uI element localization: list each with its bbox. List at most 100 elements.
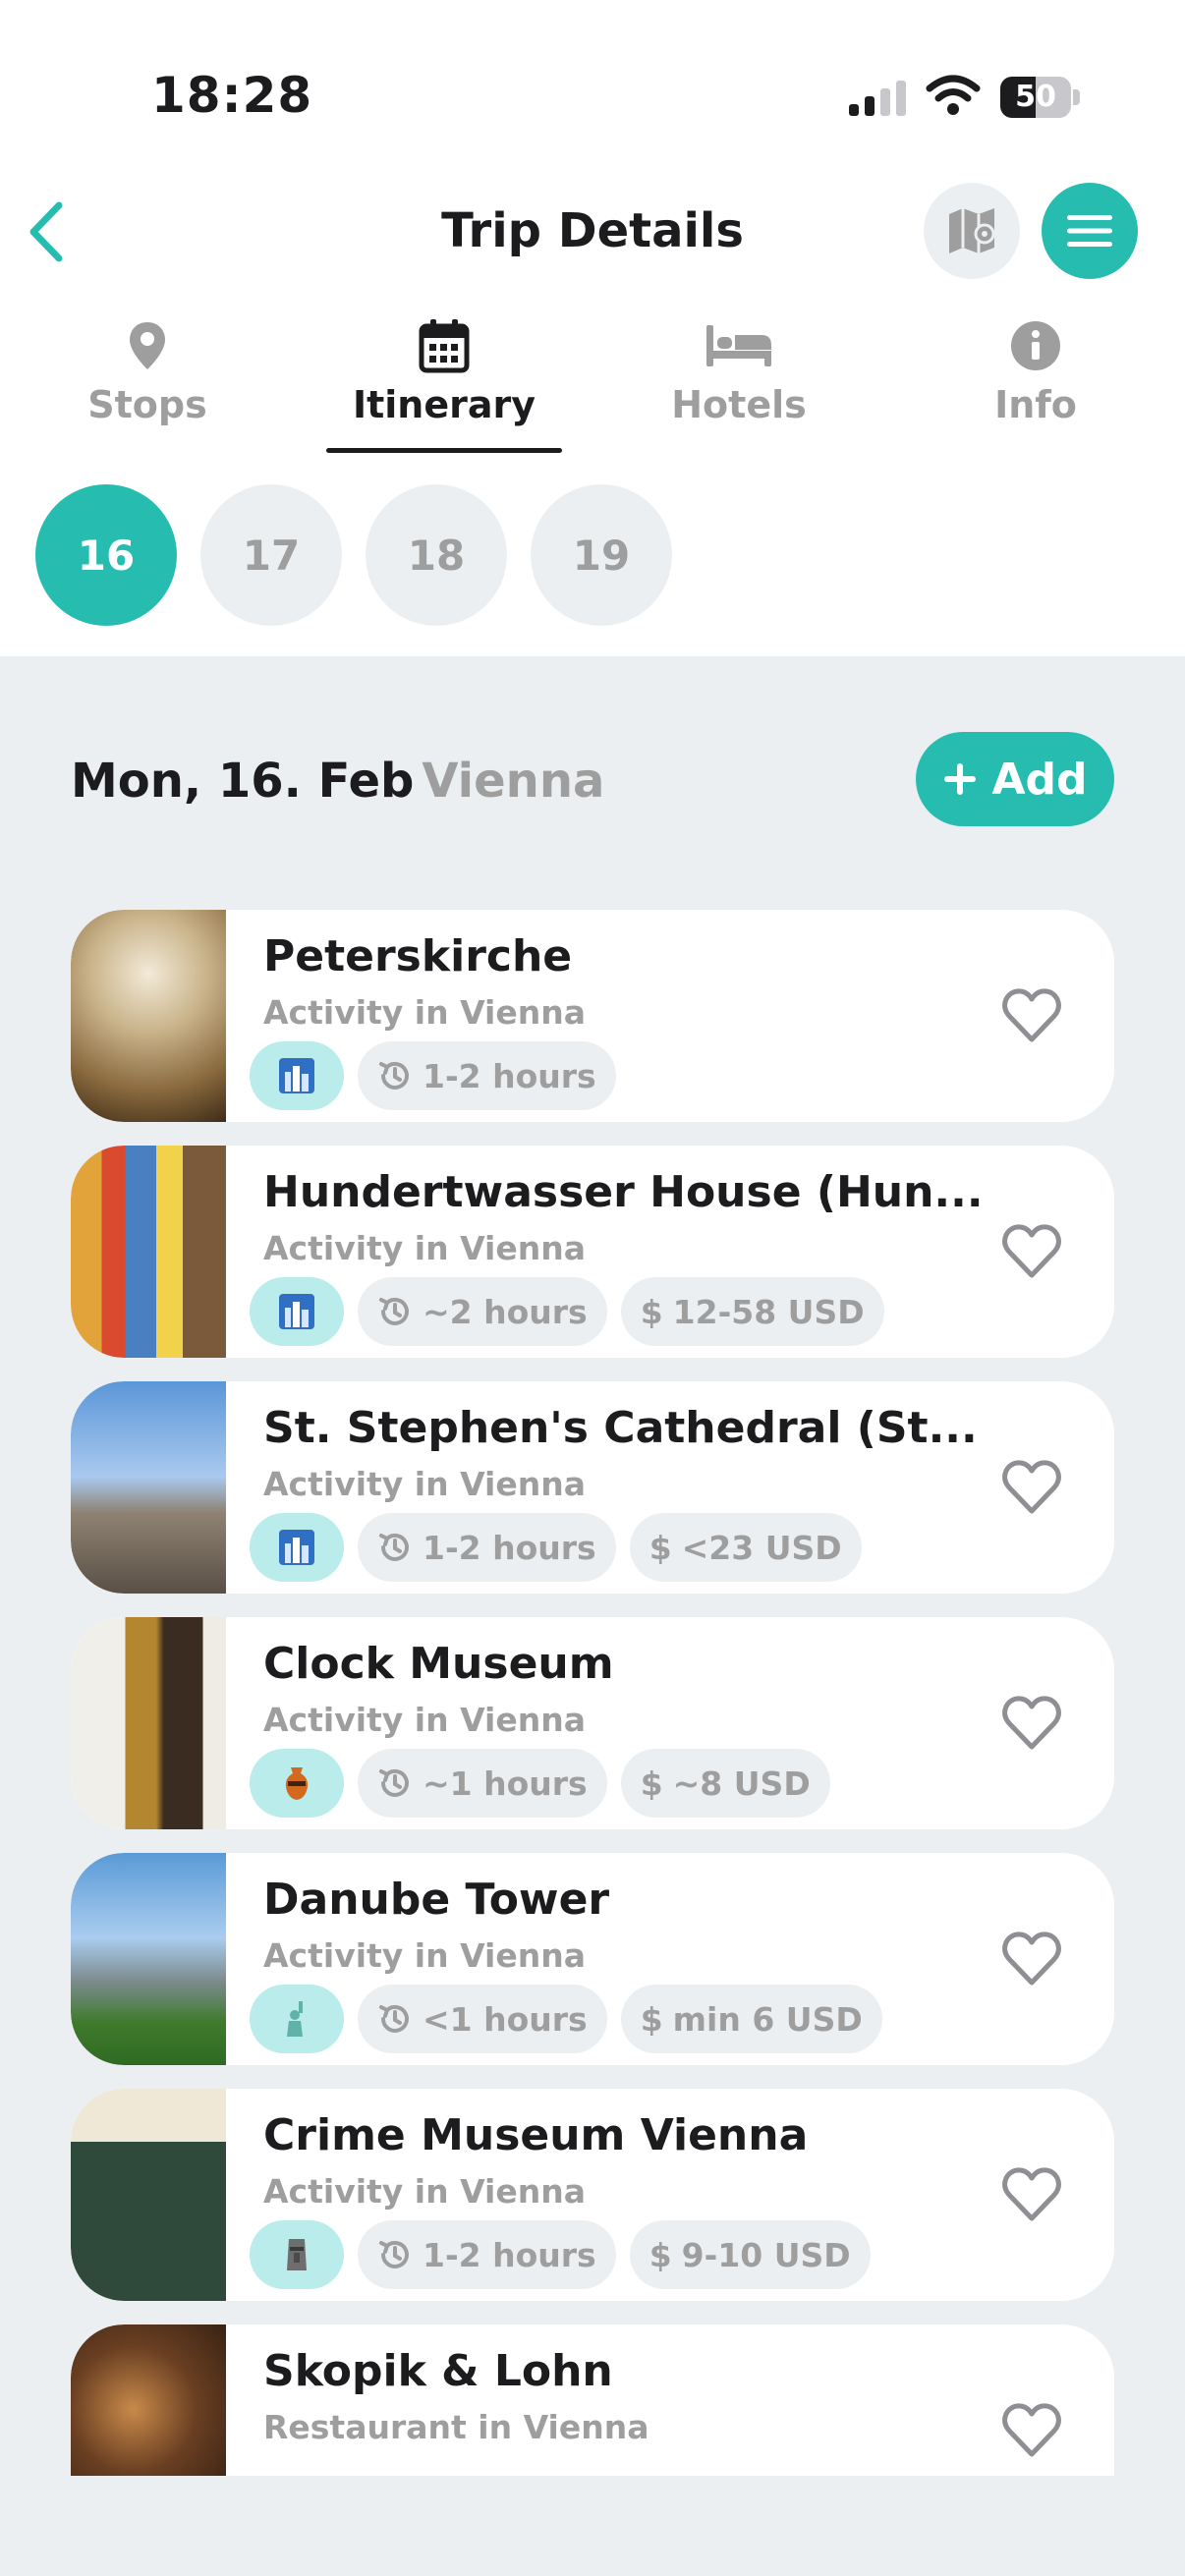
place-tags: ~1 hours $ ~8 USD — [250, 1749, 830, 1818]
cityscape-icon — [279, 1294, 314, 1329]
place-subtitle: Activity in Vienna — [263, 1465, 586, 1503]
place-name: Hundertwasser House (Hun... — [263, 1167, 981, 1217]
day-chip-19[interactable]: 19 — [531, 484, 672, 626]
calendar-icon — [419, 319, 470, 373]
place-thumbnail — [71, 2324, 226, 2476]
itinerary-card[interactable]: St. Stephen's Cathedral (St... Activity i… — [71, 1381, 1114, 1594]
place-name: Crime Museum Vienna — [263, 2110, 809, 2160]
place-thumbnail — [71, 910, 226, 1122]
itinerary-list[interactable]: Peterskirche Activity in Vienna 1-2 hours H… — [0, 884, 1185, 2476]
tab-label: Stops — [87, 383, 207, 426]
place-name: St. Stephen's Cathedral (St... — [263, 1403, 978, 1453]
dollar-icon: $ — [640, 1999, 663, 2039]
add-label: Add — [991, 754, 1088, 805]
day-chip-18[interactable]: 18 — [366, 484, 507, 626]
tab-stops[interactable]: Stops — [29, 314, 265, 452]
price-badge: $9-10 USD — [629, 2220, 871, 2289]
cellular-signal-icon — [849, 79, 908, 116]
tab-label: Itinerary — [352, 383, 536, 426]
history-clock-icon — [379, 1061, 409, 1090]
duration-text: 1-2 hours — [423, 2235, 596, 2274]
plus-icon — [944, 763, 977, 795]
bed-icon — [706, 325, 771, 366]
place-tags: ~2 hours $12-58 USD — [250, 1277, 884, 1346]
tab-info[interactable]: Info — [918, 314, 1154, 452]
heart-icon[interactable] — [1000, 1692, 1063, 1755]
itinerary-card[interactable]: Skopik & Lohn Restaurant in Vienna — [71, 2324, 1114, 2476]
itinerary-card[interactable]: Crime Museum Vienna Activity in Vienna 1-2… — [71, 2089, 1114, 2301]
cityscape-icon — [279, 1530, 314, 1565]
history-clock-icon — [379, 1533, 409, 1561]
status-time: 18:28 — [151, 67, 313, 124]
duration-text: <1 hours — [423, 1999, 588, 2039]
statue-of-liberty-icon — [287, 2001, 303, 2037]
duration-badge: 1-2 hours — [358, 1513, 616, 1582]
place-subtitle: Activity in Vienna — [263, 1701, 586, 1739]
cityscape-icon — [279, 1058, 314, 1093]
category-badge — [250, 1513, 344, 1582]
place-name: Danube Tower — [263, 1875, 610, 1925]
map-pin-icon — [130, 322, 165, 369]
place-thumbnail — [71, 1146, 226, 1358]
menu-button[interactable] — [1042, 183, 1138, 279]
price-badge: $ <23 USD — [629, 1513, 862, 1582]
place-name: Clock Museum — [263, 1639, 614, 1689]
category-badge — [250, 1041, 344, 1110]
heart-icon[interactable] — [1000, 984, 1063, 1047]
place-tags: 1-2 hours $9-10 USD — [250, 2220, 871, 2289]
place-thumbnail — [71, 1853, 226, 2065]
history-clock-icon — [379, 2240, 409, 2268]
place-name: Skopik & Lohn — [263, 2346, 613, 2396]
day-chip-16[interactable]: 16 — [35, 484, 177, 626]
tab-hotels[interactable]: Hotels — [621, 314, 857, 452]
battery-level-text: 50 — [1015, 80, 1056, 114]
price-badge: $ ~8 USD — [620, 1749, 830, 1818]
place-thumbnail — [71, 2089, 226, 2301]
place-name: Peterskirche — [263, 931, 573, 981]
history-clock-icon — [379, 2004, 409, 2033]
dollar-icon: $ — [649, 2235, 672, 2274]
place-subtitle: Activity in Vienna — [263, 1229, 586, 1267]
battery-icon: 50 — [1000, 77, 1081, 118]
heart-icon[interactable] — [1000, 2163, 1063, 2226]
day-chip-17[interactable]: 17 — [200, 484, 342, 626]
heart-icon[interactable] — [1000, 1220, 1063, 1283]
tab-itinerary[interactable]: Itinerary — [326, 314, 562, 452]
tab-label: Hotels — [671, 383, 807, 426]
itinerary-card[interactable]: Hundertwasser House (Hun... Activity in V… — [71, 1146, 1114, 1358]
page-title: Trip Details — [441, 203, 744, 258]
add-button[interactable]: Add — [916, 732, 1114, 826]
wifi-icon — [926, 75, 981, 115]
place-subtitle: Activity in Vienna — [263, 993, 586, 1032]
back-button[interactable] — [14, 193, 77, 271]
place-subtitle: Restaurant in Vienna — [263, 2408, 649, 2446]
category-badge — [250, 1985, 344, 2053]
heart-icon[interactable] — [1000, 1928, 1063, 1990]
info-icon — [1011, 321, 1060, 370]
place-thumbnail — [71, 1617, 226, 1829]
dollar-icon: $ — [640, 1292, 663, 1331]
heart-icon[interactable] — [1000, 1456, 1063, 1519]
map-button[interactable] — [924, 183, 1020, 279]
chevron-left-icon — [29, 201, 63, 262]
itinerary-card[interactable]: Clock Museum Activity in Vienna ~1 hours $ ~… — [71, 1617, 1114, 1829]
price-badge: $12-58 USD — [620, 1277, 884, 1346]
itinerary-card[interactable]: Peterskirche Activity in Vienna 1-2 hours — [71, 910, 1114, 1122]
hamburger-menu-icon — [1067, 215, 1112, 247]
day-date: Mon, 16. Feb — [71, 754, 415, 809]
day-city: Vienna — [422, 754, 605, 809]
category-badge — [250, 2220, 344, 2289]
price-text: 12-58 USD — [672, 1292, 865, 1331]
itinerary-card[interactable]: Danube Tower Activity in Vienna <1 hours $ m… — [71, 1853, 1114, 2065]
amphora-icon — [285, 1767, 309, 1800]
duration-text: ~2 hours — [423, 1292, 588, 1331]
duration-text: 1-2 hours — [423, 1528, 596, 1567]
place-subtitle: Activity in Vienna — [263, 1936, 586, 1975]
duration-badge: ~1 hours — [358, 1749, 607, 1818]
price-text: min 6 USD — [672, 1999, 863, 2039]
day-heading: Mon, 16. Feb Vienna — [71, 747, 604, 815]
duration-text: 1-2 hours — [423, 1056, 596, 1095]
duration-badge: <1 hours — [358, 1985, 607, 2053]
tab-label: Info — [994, 383, 1077, 426]
heart-icon[interactable] — [1000, 2399, 1063, 2462]
